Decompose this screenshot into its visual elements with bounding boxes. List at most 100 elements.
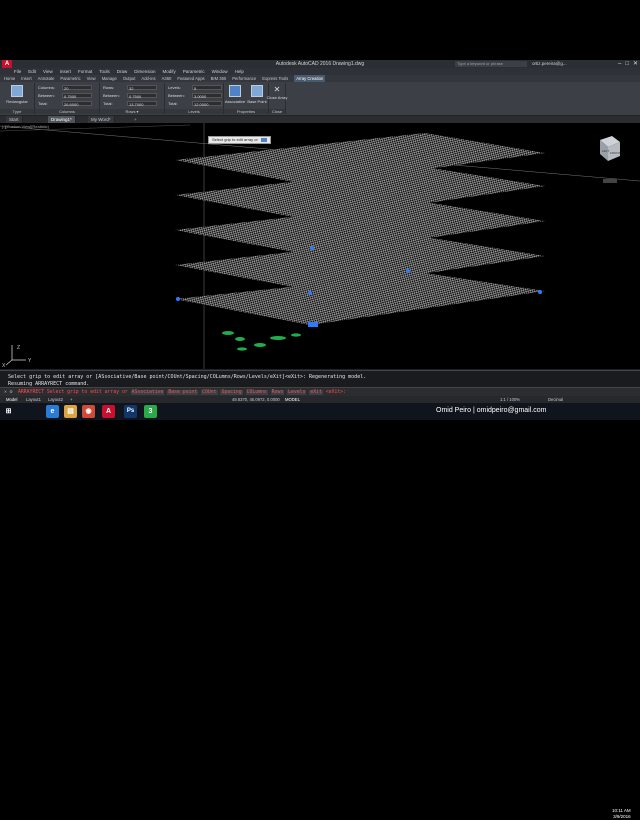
chrome-icon[interactable]: ◉ xyxy=(82,405,95,418)
menu-item[interactable]: Format xyxy=(78,68,92,75)
menu-item[interactable]: Modify xyxy=(163,68,176,75)
rows-count-field[interactable]: Rows: 32 xyxy=(103,85,163,91)
green-vegetation-objects xyxy=(222,331,301,351)
doc-tab-drawing1[interactable]: Drawing1* xyxy=(48,116,76,123)
ribbon-group-levels: Levels: 5 Between: 3.0000 Total: 12.0000… xyxy=(165,83,224,114)
cmd-option[interactable]: COLumns xyxy=(245,390,268,395)
drawing-viewport[interactable]: [-][Custom View][Realistic] LEFT FRONT Z… xyxy=(0,123,640,369)
system-clock[interactable]: 10:11 AM 3/9/2016 xyxy=(612,808,631,820)
ucs-line xyxy=(0,124,191,132)
wcs-menu[interactable] xyxy=(603,179,617,183)
rectangular-button[interactable]: Rectangular xyxy=(6,85,28,104)
associative-icon xyxy=(229,85,241,97)
file-explorer-icon[interactable]: ▤ xyxy=(64,405,77,418)
ribbon-group-close: ✕ Close Array Close xyxy=(266,83,288,114)
ribbon-group-label[interactable]: Rows ▾ xyxy=(100,109,164,114)
ribbon-tabs: Home Insert Annotate Parametric View Man… xyxy=(0,75,640,82)
menu-item[interactable]: Edit xyxy=(28,68,36,75)
maximize-icon[interactable]: □ xyxy=(625,60,629,68)
cmd-option[interactable]: COUnt xyxy=(201,390,218,395)
autocad-icon[interactable]: A xyxy=(102,405,115,418)
base-point-button[interactable]: Base Point xyxy=(246,85,268,104)
menu-item[interactable]: Tools xyxy=(99,68,110,75)
bottom-letterbox xyxy=(0,420,640,480)
minimize-icon[interactable]: – xyxy=(618,60,621,68)
ribbon-group-label: Type xyxy=(0,109,34,114)
columns-between-field[interactable]: Between: 0.7500 xyxy=(38,93,98,99)
model-space-canvas[interactable]: LEFT FRONT Z Y X xyxy=(0,123,640,369)
menu-item[interactable]: Dimension xyxy=(134,68,155,75)
top-letterbox xyxy=(0,0,640,60)
photoshop-icon[interactable]: Ps xyxy=(124,405,137,418)
svg-text:X: X xyxy=(2,363,6,369)
tab-express-tools[interactable]: Express Tools xyxy=(262,75,288,82)
tab-parametric[interactable]: Parametric xyxy=(60,75,80,82)
menu-item[interactable]: Insert xyxy=(60,68,71,75)
autocad-logo-button[interactable]: A xyxy=(2,60,12,68)
ribbon-group-type: Rectangular Type xyxy=(0,83,35,114)
title-bar: A Autodesk AutoCAD 2016 Drawing1.dwg Typ… xyxy=(0,60,640,68)
menu-item[interactable]: Draw xyxy=(117,68,128,75)
new-tab-icon[interactable]: + xyxy=(134,116,137,123)
ribbon-panel: Rectangular Type Columns: 20 Between: 0.… xyxy=(0,82,640,116)
menu-item[interactable]: Help xyxy=(235,68,244,75)
tab-annotate[interactable]: Annotate xyxy=(38,75,55,82)
close-icon[interactable]: ✕ xyxy=(633,60,638,68)
tab-manage[interactable]: Manage xyxy=(102,75,117,82)
grip-tooltip: Select grip to edit array or xyxy=(208,136,271,144)
ie-icon[interactable]: e xyxy=(46,405,59,418)
cmd-option[interactable]: Base point xyxy=(167,390,199,395)
ribbon-group-label: Close xyxy=(269,109,285,114)
tab-featured-apps[interactable]: Featured Apps xyxy=(177,75,204,82)
video-watermark: Omid Peiro | omidpeiro@gmail.com xyxy=(436,407,547,414)
associative-button[interactable]: Associative xyxy=(224,85,246,104)
tab-home[interactable]: Home xyxy=(4,75,15,82)
user-account[interactable]: ortiz.pereira@g... xyxy=(532,60,567,68)
cmd-option[interactable]: Levels xyxy=(287,390,307,395)
close-array-icon: ✕ xyxy=(273,85,281,94)
search-input[interactable]: Type a keyword or phrase xyxy=(455,61,527,67)
ribbon-group-columns: Columns: 20 Between: 0.7500 Total: 26.60… xyxy=(35,83,100,114)
tab-add-ins[interactable]: Add-ins xyxy=(141,75,155,82)
rows-total-field[interactable]: Total: 13.7000 xyxy=(103,101,163,107)
doc-tab-my-word[interactable]: My Word* xyxy=(88,116,115,123)
rows-between-field[interactable]: Between: 0.7500 xyxy=(103,93,163,99)
columns-total-field[interactable]: Total: 26.6000 xyxy=(38,101,98,107)
viewcube-front-face[interactable]: FRONT xyxy=(610,151,620,155)
tab-view[interactable]: View xyxy=(87,75,96,82)
tab-array-creation[interactable]: Array Creation xyxy=(294,75,326,82)
tab-output[interactable]: Output xyxy=(123,75,136,82)
viewcube-left-face[interactable]: LEFT xyxy=(602,149,610,153)
menu-item[interactable]: View xyxy=(43,68,53,75)
start-button-icon[interactable]: ⊞ xyxy=(2,405,15,418)
camtasia-icon[interactable]: 3 xyxy=(144,405,157,418)
window-title: Autodesk AutoCAD 2016 Drawing1.dwg xyxy=(275,61,365,67)
menu-item[interactable]: Parametric xyxy=(183,68,205,75)
levels-between-field[interactable]: Between: 3.0000 xyxy=(168,93,222,99)
cmd-option[interactable]: Rows xyxy=(270,390,285,395)
doc-tab-start[interactable]: Start xyxy=(6,116,23,123)
columns-count-field[interactable]: Columns: 20 xyxy=(38,85,98,91)
menu-item[interactable]: Window xyxy=(212,68,228,75)
ribbon-group-properties: Associative Base Point Properties xyxy=(224,83,269,114)
menu-item[interactable]: File xyxy=(14,68,21,75)
document-tabs: Start Drawing1* My Word* + xyxy=(0,116,640,123)
ribbon-group-label: Properties xyxy=(224,109,268,114)
array-layer-5[interactable] xyxy=(175,273,545,325)
levels-count-field[interactable]: Levels: 5 xyxy=(168,85,222,91)
close-array-button[interactable]: ✕ Close Array xyxy=(266,85,288,100)
ribbon-group-rows: Rows: 32 Between: 0.7500 Total: 13.7000 … xyxy=(100,83,165,114)
svg-text:Z: Z xyxy=(17,345,20,351)
cmd-option[interactable]: ASsociative xyxy=(130,390,165,395)
tab-a360[interactable]: A360 xyxy=(162,75,172,82)
ucs-icon: Z Y X xyxy=(2,345,32,369)
tab-insert[interactable]: Insert xyxy=(21,75,31,82)
tooltip-dropdown-icon[interactable] xyxy=(260,137,267,142)
levels-total-field[interactable]: Total: 12.0000 xyxy=(168,101,222,107)
viewcube[interactable]: LEFT FRONT xyxy=(600,136,620,183)
tab-bim360[interactable]: BIM 360 xyxy=(211,75,227,82)
cmd-option[interactable]: eXit xyxy=(309,390,323,395)
cmd-option[interactable]: Spacing xyxy=(220,390,243,395)
tab-performance[interactable]: Performance xyxy=(232,75,256,82)
rectangular-array-icon xyxy=(11,85,23,97)
